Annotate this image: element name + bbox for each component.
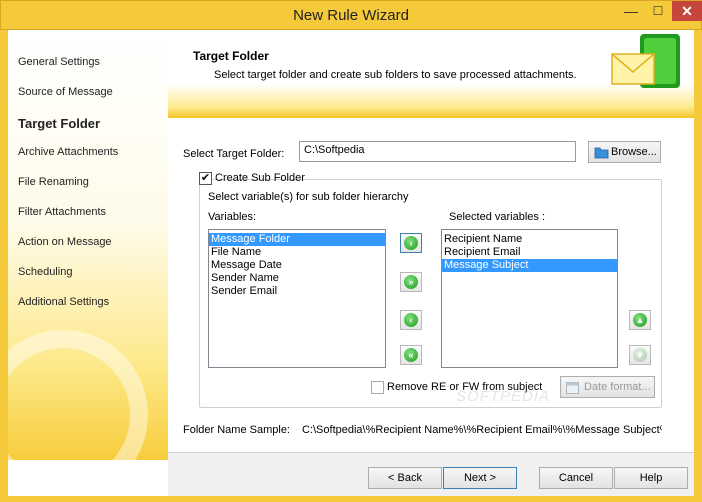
sidebar-item-source-of-message[interactable]: Source of Message [18,86,113,98]
selected-variables-list[interactable]: Recipient Name Recipient Email Message S… [441,229,618,368]
envelope-logo-icon [611,34,680,88]
arrow-down-icon: ▼ [633,348,647,362]
window-frame-left [0,30,8,502]
sidebar-item-action-on-message[interactable]: Action on Message [18,236,112,248]
maximize-icon[interactable]: ☐ [645,1,671,21]
target-folder-label: Select Target Folder: [183,148,285,160]
add-all-variables-button[interactable]: » [400,272,422,292]
list-item[interactable]: Message Folder [209,233,385,246]
variables-label: Variables: [208,211,257,223]
create-sub-folder-label: Create Sub Folder [215,172,305,184]
window-frame-bottom [0,496,702,502]
sidebar-item-file-renaming[interactable]: File Renaming [18,176,89,188]
close-icon[interactable]: ✕ [672,1,702,21]
move-up-button[interactable]: ▲ [629,310,651,330]
list-item[interactable]: Recipient Email [442,246,617,259]
remove-re-fw-checkbox[interactable] [371,381,384,394]
cancel-button[interactable]: Cancel [539,467,613,489]
sub-folder-checkbox-row[interactable]: ✔ Create Sub Folder [197,171,305,185]
list-item[interactable]: Message Subject [442,259,617,272]
sidebar-item-general-settings[interactable]: General Settings [18,56,100,68]
folder-name-sample-value: C:\Softpedia\%Recipient Name%\%Recipient… [302,424,662,436]
window-title: New Rule Wizard [293,7,409,24]
variables-list[interactable]: Message Folder File Name Message Date Se… [208,229,386,368]
double-arrow-right-icon: » [404,275,418,289]
sidebar-item-additional-settings[interactable]: Additional Settings [18,296,109,308]
calendar-icon [566,382,579,394]
step-header: Target Folder Select target folder and c… [168,30,694,118]
sidebar-item-scheduling[interactable]: Scheduling [18,266,72,278]
help-button[interactable]: Help [614,467,688,489]
arrow-right-icon: › [404,236,418,250]
move-down-button[interactable]: ▼ [629,345,651,365]
add-variable-button[interactable]: › [400,233,422,253]
date-format-button[interactable]: Date format... [560,376,655,398]
list-item[interactable]: File Name [209,246,385,259]
step-subtitle: Select target folder and create sub fold… [214,69,577,81]
double-arrow-left-icon: « [404,348,418,362]
arrow-left-icon: ‹ [404,313,418,327]
arrow-up-icon: ▲ [633,313,647,327]
browse-button[interactable]: Browse... [588,141,661,163]
sub-folder-hint: Select variable(s) for sub folder hierar… [208,191,409,203]
folder-icon [594,147,609,159]
list-item[interactable]: Message Date [209,259,385,272]
selected-variables-label: Selected variables : [449,211,545,223]
remove-variable-button[interactable]: ‹ [400,310,422,330]
window-frame-right [694,30,702,502]
sidebar-item-archive-attachments[interactable]: Archive Attachments [18,146,118,158]
back-button[interactable]: < Back [368,467,442,489]
list-item[interactable]: Sender Email [209,285,385,298]
folder-name-sample-label: Folder Name Sample: [183,424,290,436]
title-bar: New Rule Wizard — ☐ ✕ [0,0,702,30]
next-button[interactable]: Next > [443,467,517,489]
sidebar-item-filter-attachments[interactable]: Filter Attachments [18,206,106,218]
softpedia-watermark: SOFTPEDIA [456,388,551,405]
sidebar-item-target-folder[interactable]: Target Folder [18,116,100,131]
create-sub-folder-checkbox[interactable]: ✔ [199,172,212,185]
minimize-icon[interactable]: — [618,1,644,21]
browse-button-label: Browse... [611,146,657,158]
wizard-steps-sidebar: General Settings Source of Message Targe… [8,30,168,460]
remove-all-variables-button[interactable]: « [400,345,422,365]
list-item[interactable]: Sender Name [209,272,385,285]
target-folder-input[interactable]: C:\Softpedia [299,141,576,162]
date-format-label: Date format... [584,381,651,393]
step-title: Target Folder [193,49,269,63]
sidebar-watermark-icon [8,330,148,460]
list-item[interactable]: Recipient Name [442,233,617,246]
